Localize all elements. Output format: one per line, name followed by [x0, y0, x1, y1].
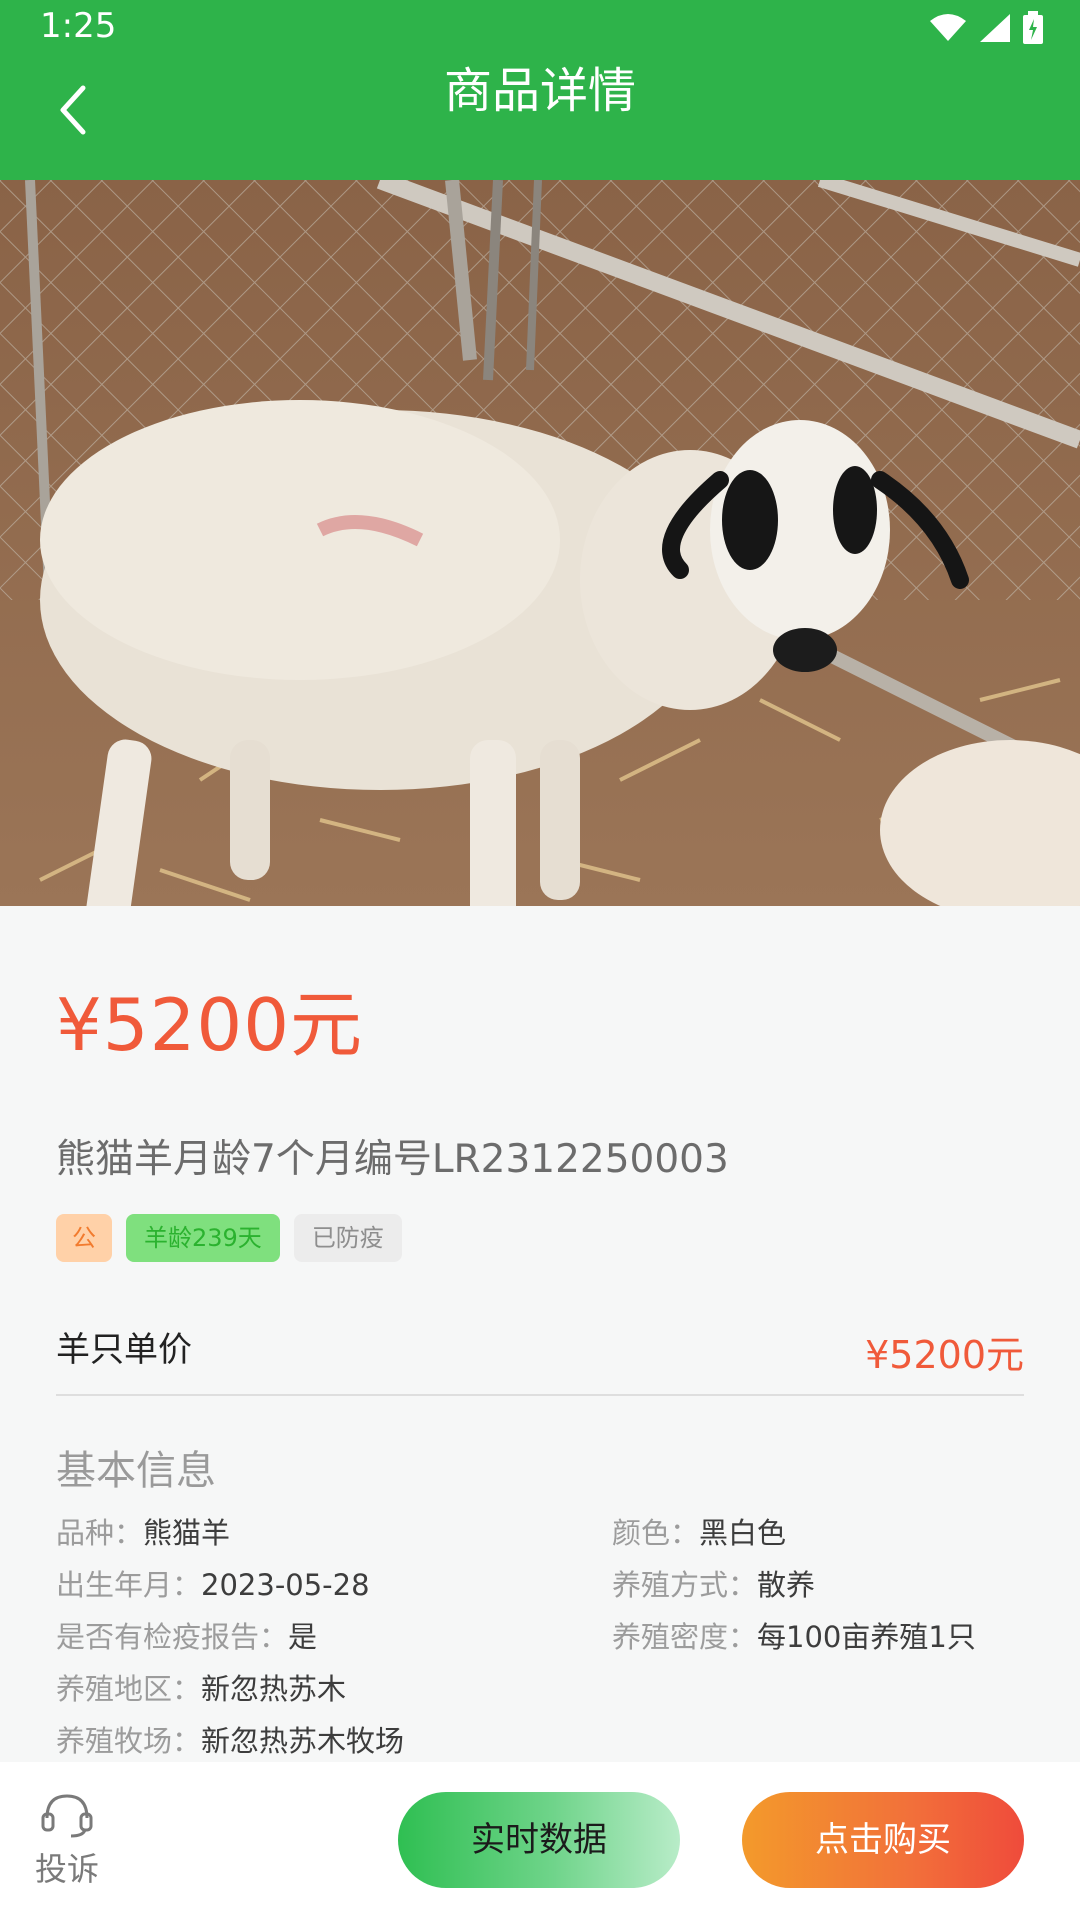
info-color: 颜色：黑白色	[612, 1510, 786, 1552]
info-ranch: 养殖牧场：新忽热苏木牧场	[56, 1718, 404, 1760]
complaint-label: 投诉	[34, 1850, 99, 1888]
gender-tag: 公	[56, 1214, 112, 1262]
product-title: 熊猫羊月龄7个月编号LR2312250003	[56, 1137, 729, 1182]
info-label: 养殖密度：	[612, 1620, 758, 1654]
info-breed: 品种：熊猫羊	[56, 1510, 230, 1552]
info-label: 出生年月：	[56, 1568, 202, 1602]
product-tags: 公 羊龄239天 已防疫	[56, 1214, 402, 1262]
unit-price-label: 羊只单价	[56, 1330, 192, 1370]
info-quarantine: 是否有检疫报告：是	[56, 1614, 317, 1656]
signal-icon	[980, 14, 1010, 42]
info-value: 是	[288, 1620, 318, 1654]
info-region: 养殖地区：新忽热苏木	[56, 1666, 346, 1708]
info-density: 养殖密度：每100亩养殖1只	[612, 1614, 976, 1656]
headset-icon	[41, 1794, 93, 1838]
info-label: 颜色：	[612, 1516, 700, 1550]
nav-bar: 商品详情	[0, 58, 1080, 180]
unit-price-row: 羊只单价 ¥5200元	[56, 1314, 1024, 1396]
product-price: ¥5200元	[56, 983, 364, 1067]
app-header: 1:25 商品详情	[0, 0, 1080, 180]
info-birth: 出生年月：2023-05-28	[56, 1562, 370, 1604]
unit-price-value: ¥5200元	[865, 1333, 1024, 1377]
info-value: 每100亩养殖1只	[757, 1620, 976, 1654]
info-label: 是否有检疫报告：	[56, 1620, 289, 1654]
realtime-data-button[interactable]: 实时数据	[398, 1792, 680, 1888]
product-detail: ¥5200元 熊猫羊月龄7个月编号LR2312250003 公 羊龄239天 已…	[0, 906, 1080, 1762]
complaint-button[interactable]: 投诉	[20, 1792, 114, 1890]
page-title: 商品详情	[443, 63, 636, 119]
status-icons	[928, 10, 1044, 46]
info-value: 2023-05-28	[201, 1568, 370, 1602]
age-tag: 羊龄239天	[126, 1214, 280, 1262]
status-bar: 1:25	[0, 0, 1080, 58]
status-time: 1:25	[40, 6, 117, 46]
wifi-icon	[930, 14, 966, 41]
info-label: 养殖牧场：	[56, 1724, 202, 1758]
vaccine-tag: 已防疫	[293, 1214, 402, 1262]
bottom-action-bar: 投诉 实时数据 点击购买	[0, 1762, 1080, 1920]
section-title: 基本信息	[56, 1448, 216, 1494]
buy-button[interactable]: 点击购买	[742, 1792, 1024, 1888]
info-value: 黑白色	[699, 1516, 787, 1550]
info-value: 新忽热苏木	[201, 1672, 347, 1706]
info-label: 品种：	[56, 1516, 144, 1550]
battery-icon	[1023, 11, 1043, 44]
info-value: 散养	[757, 1568, 816, 1602]
info-value: 新忽热苏木牧场	[201, 1724, 405, 1758]
product-image[interactable]	[0, 180, 1080, 906]
info-value: 熊猫羊	[143, 1516, 231, 1550]
info-method: 养殖方式：散养	[612, 1562, 815, 1604]
info-label: 养殖地区：	[56, 1672, 202, 1706]
info-label: 养殖方式：	[612, 1568, 758, 1602]
sheep-photo	[0, 180, 1080, 906]
